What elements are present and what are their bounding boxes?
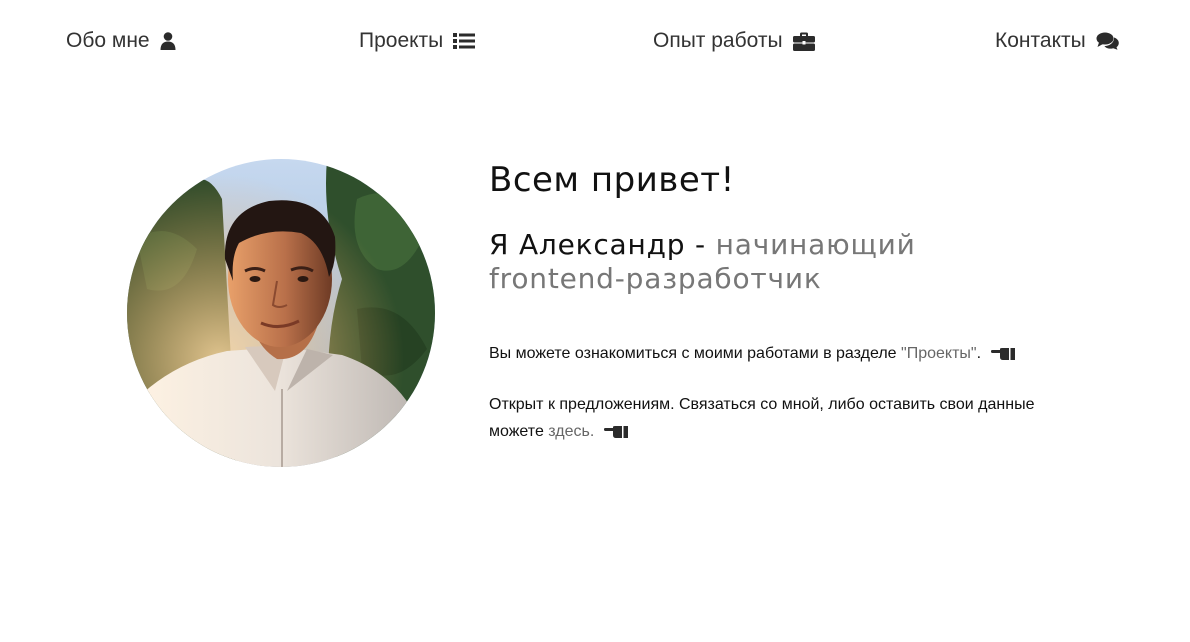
nav-item-projects-label: Проекты [359,29,444,52]
nav-item-projects[interactable]: Проекты [359,29,476,53]
nav-item-contacts[interactable]: Контакты [995,29,1119,53]
profile-photo [127,159,435,467]
contact-paragraph: Открыт к предложениям. Связаться со мной… [489,391,1049,445]
comments-icon [1096,32,1119,50]
page-title: Всем привет! [489,160,735,200]
hero-subtitle: Я Александр - начинающий frontend-разраб… [489,228,949,296]
projects-text: Вы можете ознакомиться с моими работами … [489,345,902,362]
projects-tail: . [976,345,982,362]
user-icon [160,32,176,50]
contact-link[interactable]: здесь. [548,423,594,440]
nav-item-experience-label: Опыт работы [653,29,783,52]
projects-link[interactable]: "Проекты" [901,345,977,362]
hand-pointing-icon [604,425,629,438]
nav-item-experience[interactable]: Опыт работы [653,29,815,53]
list-icon [453,32,476,50]
hand-pointing-icon [991,347,1016,360]
nav-item-contacts-label: Контакты [995,29,1086,52]
projects-paragraph: Вы можете ознакомиться с моими работами … [489,340,1049,367]
top-navigation: Обо мне Проекты Опыт работы Контакты [0,0,1190,86]
briefcase-icon [792,32,815,51]
hero-section: Всем привет! Я Александр - начинающий fr… [489,156,1089,445]
intro-name: Я Александр - [489,228,716,261]
nav-item-about[interactable]: Обо мне [66,29,176,53]
nav-item-about-label: Обо мне [66,29,150,52]
